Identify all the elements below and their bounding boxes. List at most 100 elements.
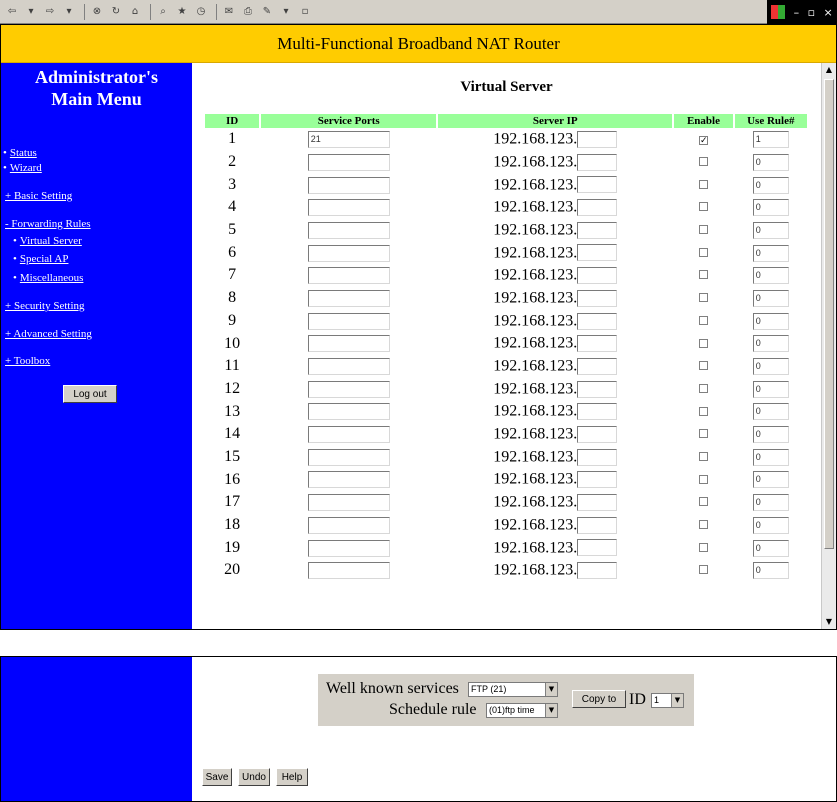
discuss-icon[interactable]: ▫: [297, 4, 313, 20]
nav-advanced-setting-link[interactable]: + Advanced Setting: [5, 328, 92, 340]
service-ports-input[interactable]: [307, 539, 390, 557]
server-ip-input[interactable]: [577, 357, 618, 375]
use-rule-input[interactable]: 0: [752, 562, 789, 580]
service-ports-input[interactable]: [307, 289, 390, 307]
use-rule-input[interactable]: 0: [752, 335, 789, 353]
logout-button[interactable]: Log out: [63, 385, 117, 403]
forward-icon[interactable]: ⇨: [42, 4, 58, 20]
enable-checkbox[interactable]: [698, 497, 708, 507]
service-ports-input[interactable]: [307, 426, 390, 444]
nav-security-setting-link[interactable]: + Security Setting: [5, 300, 85, 312]
server-ip-input[interactable]: [577, 312, 618, 330]
server-ip-input[interactable]: [577, 153, 618, 171]
server-ip-input[interactable]: [577, 380, 618, 398]
use-rule-input[interactable]: 0: [752, 289, 789, 307]
edit-icon[interactable]: ✎: [259, 4, 275, 20]
use-rule-input[interactable]: 0: [752, 312, 789, 330]
service-ports-input[interactable]: [307, 312, 390, 330]
service-ports-input[interactable]: [307, 471, 390, 489]
server-ip-input[interactable]: [577, 289, 618, 307]
use-rule-input[interactable]: 0: [752, 153, 789, 171]
use-rule-input[interactable]: 0: [752, 244, 789, 262]
scroll-down-icon[interactable]: ▼: [822, 615, 836, 629]
restore-icon[interactable]: ▫: [808, 6, 815, 19]
use-rule-input[interactable]: 0: [752, 539, 789, 557]
use-rule-input[interactable]: 0: [752, 267, 789, 285]
server-ip-input[interactable]: [577, 425, 618, 443]
service-ports-input[interactable]: [307, 267, 390, 285]
enable-checkbox[interactable]: [698, 565, 708, 575]
scrollbar-thumb[interactable]: [824, 79, 834, 549]
use-rule-input[interactable]: 0: [752, 448, 789, 466]
nav-wizard-link[interactable]: • Wizard: [3, 162, 42, 174]
service-ports-input[interactable]: [307, 562, 390, 580]
service-ports-input[interactable]: [307, 358, 390, 376]
use-rule-input[interactable]: 0: [752, 516, 789, 534]
service-ports-input[interactable]: [307, 153, 390, 171]
copy-to-button[interactable]: Copy to: [572, 690, 626, 708]
service-ports-input[interactable]: [307, 176, 390, 194]
favorites-icon[interactable]: ★: [174, 4, 190, 20]
server-ip-input[interactable]: [577, 244, 618, 262]
enable-checkbox[interactable]: [698, 270, 708, 280]
print-icon[interactable]: ⎙: [240, 4, 256, 20]
enable-checkbox[interactable]: [698, 474, 708, 484]
service-ports-input[interactable]: [307, 380, 390, 398]
enable-checkbox[interactable]: [698, 383, 708, 393]
service-ports-input[interactable]: [307, 199, 390, 217]
enable-checkbox[interactable]: [698, 520, 708, 530]
save-button[interactable]: Save: [202, 768, 232, 786]
search-icon[interactable]: ⌕: [155, 4, 171, 20]
server-ip-input[interactable]: [577, 516, 618, 534]
use-rule-input[interactable]: 0: [752, 358, 789, 376]
scroll-up-icon[interactable]: ▲: [822, 63, 836, 77]
close-icon[interactable]: ×: [824, 6, 833, 19]
server-ip-input[interactable]: [577, 176, 618, 194]
server-ip-input[interactable]: [577, 131, 618, 148]
dropdown-icon[interactable]: ▾: [278, 4, 294, 20]
nav-miscellaneous-link[interactable]: • Miscellaneous: [3, 272, 83, 284]
use-rule-input[interactable]: 0: [752, 403, 789, 421]
id-select[interactable]: 1 ▼: [651, 693, 684, 708]
vertical-scrollbar[interactable]: ▲ ▼: [821, 63, 836, 629]
server-ip-input[interactable]: [577, 471, 618, 489]
use-rule-input[interactable]: 0: [752, 380, 789, 398]
mail-icon[interactable]: ✉: [221, 4, 237, 20]
enable-checkbox[interactable]: [698, 315, 708, 325]
enable-checkbox[interactable]: [698, 202, 708, 212]
service-ports-input[interactable]: [307, 494, 390, 512]
server-ip-input[interactable]: [577, 267, 618, 285]
well-known-services-select[interactable]: FTP (21) ▼: [468, 682, 558, 697]
use-rule-input[interactable]: 0: [752, 494, 789, 512]
server-ip-input[interactable]: [577, 335, 618, 353]
nav-toolbox-link[interactable]: + Toolbox: [5, 355, 50, 367]
home-icon[interactable]: ⌂: [127, 4, 143, 20]
use-rule-input[interactable]: 0: [752, 426, 789, 444]
enable-checkbox[interactable]: [698, 179, 708, 189]
enable-checkbox[interactable]: [698, 406, 708, 416]
service-ports-input[interactable]: [307, 335, 390, 353]
service-ports-input[interactable]: 21: [307, 131, 390, 149]
back-icon[interactable]: ⇦: [4, 4, 20, 20]
undo-button[interactable]: Undo: [238, 768, 270, 786]
service-ports-input[interactable]: [307, 403, 390, 421]
service-ports-input[interactable]: [307, 244, 390, 262]
enable-checkbox[interactable]: [698, 293, 708, 303]
use-rule-input[interactable]: 0: [752, 176, 789, 194]
minimize-icon[interactable]: –: [794, 6, 800, 19]
refresh-icon[interactable]: ↻: [108, 4, 124, 20]
enable-checkbox[interactable]: [698, 451, 708, 461]
server-ip-input[interactable]: [577, 448, 618, 466]
enable-checkbox[interactable]: [698, 361, 708, 371]
nav-forwarding-rules-link[interactable]: - Forwarding Rules: [5, 218, 91, 230]
use-rule-input[interactable]: 0: [752, 199, 789, 217]
server-ip-input[interactable]: [577, 403, 618, 421]
dropdown-icon[interactable]: ▾: [61, 4, 77, 20]
help-button[interactable]: Help: [276, 768, 308, 786]
stop-icon[interactable]: ⊗: [89, 4, 105, 20]
service-ports-input[interactable]: [307, 448, 390, 466]
history-icon[interactable]: ◷: [193, 4, 209, 20]
use-rule-input[interactable]: 1: [752, 131, 789, 149]
nav-virtual-server-link[interactable]: • Virtual Server: [3, 235, 82, 247]
enable-checkbox[interactable]: [698, 247, 708, 257]
